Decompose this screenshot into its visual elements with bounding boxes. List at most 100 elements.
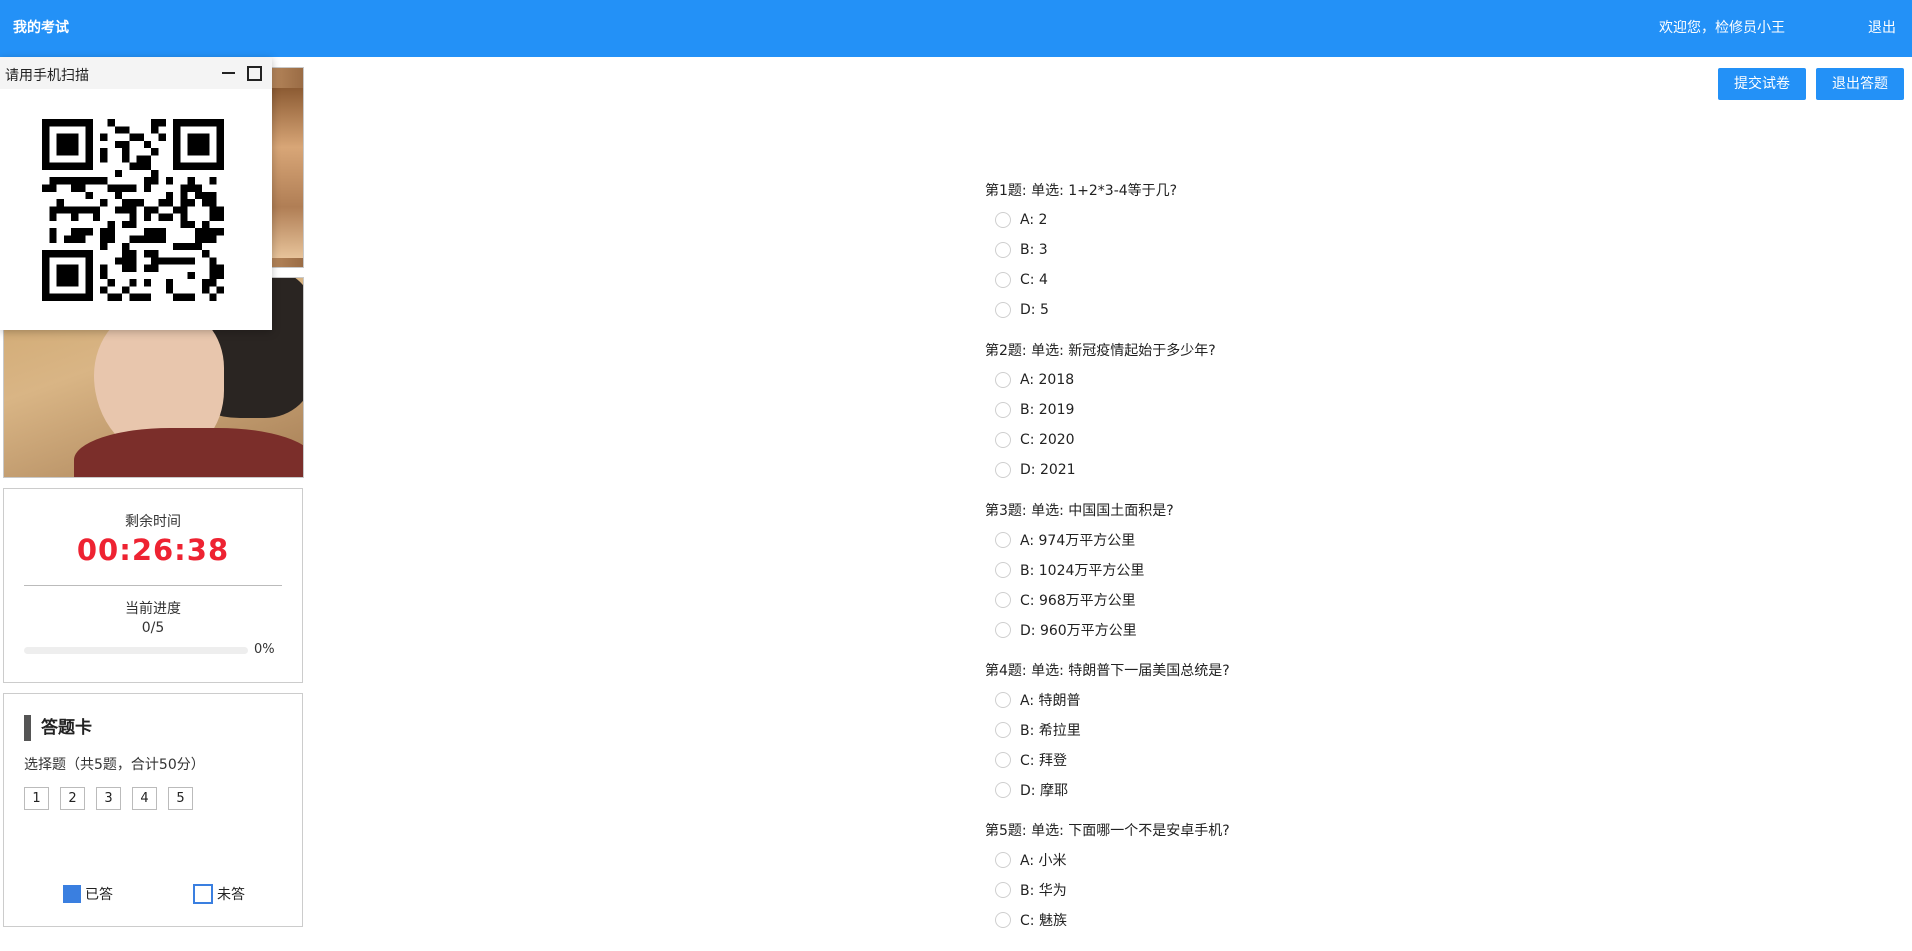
option-label: D: 2021 <box>1020 462 1076 478</box>
answered-swatch-icon <box>63 885 81 903</box>
radio-icon[interactable] <box>995 432 1011 448</box>
option-label: A: 974万平方公里 <box>1020 533 1136 549</box>
option-label: B: 3 <box>1020 242 1048 258</box>
radio-icon[interactable] <box>995 562 1011 578</box>
minimize-icon[interactable] <box>222 66 236 78</box>
option-label: B: 希拉里 <box>1020 723 1081 739</box>
option-label: A: 2018 <box>1020 372 1075 388</box>
radio-icon[interactable] <box>995 752 1011 768</box>
radio-icon[interactable] <box>995 852 1011 868</box>
radio-icon[interactable] <box>995 242 1011 258</box>
option-label: C: 魅族 <box>1020 913 1067 929</box>
answer-option[interactable]: D: 摩耶 <box>985 775 1230 805</box>
welcome-text: 欢迎您，检修员小王 <box>1659 20 1785 36</box>
question-item: 第5题: 单选: 下面哪一个不是安卓手机? A: 小米 B: 华为 C: 魅族 <box>985 821 1230 935</box>
top-navbar: 我的考试 欢迎您，检修员小王 退出 <box>0 0 1912 57</box>
qr-code-image <box>42 119 224 301</box>
question-number-button[interactable]: 1 <box>24 787 49 810</box>
question-list: 第1题: 单选: 1+2*3-4等于几? A: 2 B: 3 C: 4 D: 5… <box>985 181 1230 951</box>
radio-icon[interactable] <box>995 692 1011 708</box>
radio-icon[interactable] <box>995 782 1011 798</box>
question-number-button[interactable]: 3 <box>96 787 121 810</box>
answer-card-subtitle: 选择题（共5题，合计50分） <box>24 757 205 773</box>
qr-code-panel: 请用手机扫描 <box>0 57 272 330</box>
radio-icon[interactable] <box>995 302 1011 318</box>
answer-option[interactable]: B: 希拉里 <box>985 715 1230 745</box>
page-title: 我的考试 <box>13 20 69 36</box>
answer-option[interactable]: A: 小米 <box>985 845 1230 875</box>
answer-option[interactable]: B: 3 <box>985 235 1230 265</box>
question-item: 第3题: 单选: 中国国土面积是? A: 974万平方公里 B: 1024万平方… <box>985 501 1230 645</box>
answer-option[interactable]: C: 拜登 <box>985 745 1230 775</box>
answer-option[interactable]: A: 2018 <box>985 365 1230 395</box>
radio-icon[interactable] <box>995 272 1011 288</box>
radio-icon[interactable] <box>995 402 1011 418</box>
progress-percent: 0% <box>254 642 275 657</box>
progress-label: 当前进度 <box>125 601 181 617</box>
divider <box>24 585 282 586</box>
submit-exam-button[interactable]: 提交试卷 <box>1718 68 1806 100</box>
qr-panel-title: 请用手机扫描 <box>5 68 89 84</box>
option-label: D: 摩耶 <box>1020 783 1068 799</box>
question-number-button[interactable]: 2 <box>60 787 85 810</box>
question-number-button[interactable]: 5 <box>168 787 193 810</box>
option-label: C: 拜登 <box>1020 753 1067 769</box>
answer-option[interactable]: B: 1024万平方公里 <box>985 555 1230 585</box>
legend-unanswered-label: 未答 <box>217 887 245 903</box>
timer-panel: 剩余时间 00:26:38 当前进度 0/5 0% <box>3 488 303 683</box>
legend-unanswered: 未答 <box>193 884 245 904</box>
answer-card-title: 答题卡 <box>24 715 92 741</box>
option-label: B: 1024万平方公里 <box>1020 563 1145 579</box>
remaining-time: 00:26:38 <box>76 533 230 567</box>
radio-icon[interactable] <box>995 622 1011 638</box>
answer-card-panel: 答题卡 选择题（共5题，合计50分） 1 2 3 4 5 已答 未答 <box>3 693 303 927</box>
option-label: C: 968万平方公里 <box>1020 593 1136 609</box>
radio-icon[interactable] <box>995 722 1011 738</box>
maximize-icon[interactable] <box>247 66 262 81</box>
question-text: 第3题: 单选: 中国国土面积是? <box>985 503 1174 519</box>
option-label: A: 小米 <box>1020 853 1067 869</box>
radio-icon[interactable] <box>995 532 1011 548</box>
exit-exam-button[interactable]: 退出答题 <box>1816 68 1904 100</box>
answer-option[interactable]: C: 968万平方公里 <box>985 585 1230 615</box>
answer-option[interactable]: D: 2021 <box>985 455 1230 485</box>
question-number-list: 1 2 3 4 5 <box>24 787 193 810</box>
radio-icon[interactable] <box>995 212 1011 228</box>
action-buttons: 提交试卷 退出答题 <box>1718 68 1904 100</box>
question-number-button[interactable]: 4 <box>132 787 157 810</box>
logout-link[interactable]: 退出 <box>1868 17 1896 37</box>
remaining-time-label: 剩余时间 <box>125 514 181 530</box>
answer-option[interactable]: C: 4 <box>985 265 1230 295</box>
option-label: A: 2 <box>1020 212 1048 228</box>
unanswered-swatch-icon <box>193 884 213 904</box>
radio-icon[interactable] <box>995 912 1011 928</box>
progress-count: 0/5 <box>141 620 165 636</box>
radio-icon[interactable] <box>995 372 1011 388</box>
option-label: D: 960万平方公里 <box>1020 623 1137 639</box>
answer-option[interactable]: B: 2019 <box>985 395 1230 425</box>
question-text: 第5题: 单选: 下面哪一个不是安卓手机? <box>985 823 1230 839</box>
legend-answered: 已答 <box>63 884 113 904</box>
answer-option[interactable]: C: 2020 <box>985 425 1230 455</box>
answer-option[interactable]: A: 特朗普 <box>985 685 1230 715</box>
qr-panel-header[interactable]: 请用手机扫描 <box>0 57 272 89</box>
option-label: A: 特朗普 <box>1020 693 1081 709</box>
option-label: B: 华为 <box>1020 883 1067 899</box>
answer-option[interactable]: B: 华为 <box>985 875 1230 905</box>
answer-option[interactable]: D: 960万平方公里 <box>985 615 1230 645</box>
radio-icon[interactable] <box>995 462 1011 478</box>
radio-icon[interactable] <box>995 882 1011 898</box>
answer-option[interactable]: D: 5 <box>985 295 1230 325</box>
question-text: 第4题: 单选: 特朗普下一届美国总统是? <box>985 663 1230 679</box>
answer-option[interactable]: C: 魅族 <box>985 905 1230 935</box>
option-label: B: 2019 <box>1020 402 1075 418</box>
question-item: 第2题: 单选: 新冠疫情起始于多少年? A: 2018 B: 2019 C: … <box>985 341 1230 485</box>
question-item: 第4题: 单选: 特朗普下一届美国总统是? A: 特朗普 B: 希拉里 C: 拜… <box>985 661 1230 805</box>
answer-option[interactable]: A: 2 <box>985 205 1230 235</box>
option-label: C: 4 <box>1020 272 1048 288</box>
option-label: D: 5 <box>1020 302 1049 318</box>
question-text: 第2题: 单选: 新冠疫情起始于多少年? <box>985 343 1216 359</box>
answer-option[interactable]: A: 974万平方公里 <box>985 525 1230 555</box>
radio-icon[interactable] <box>995 592 1011 608</box>
option-label: C: 2020 <box>1020 432 1075 448</box>
